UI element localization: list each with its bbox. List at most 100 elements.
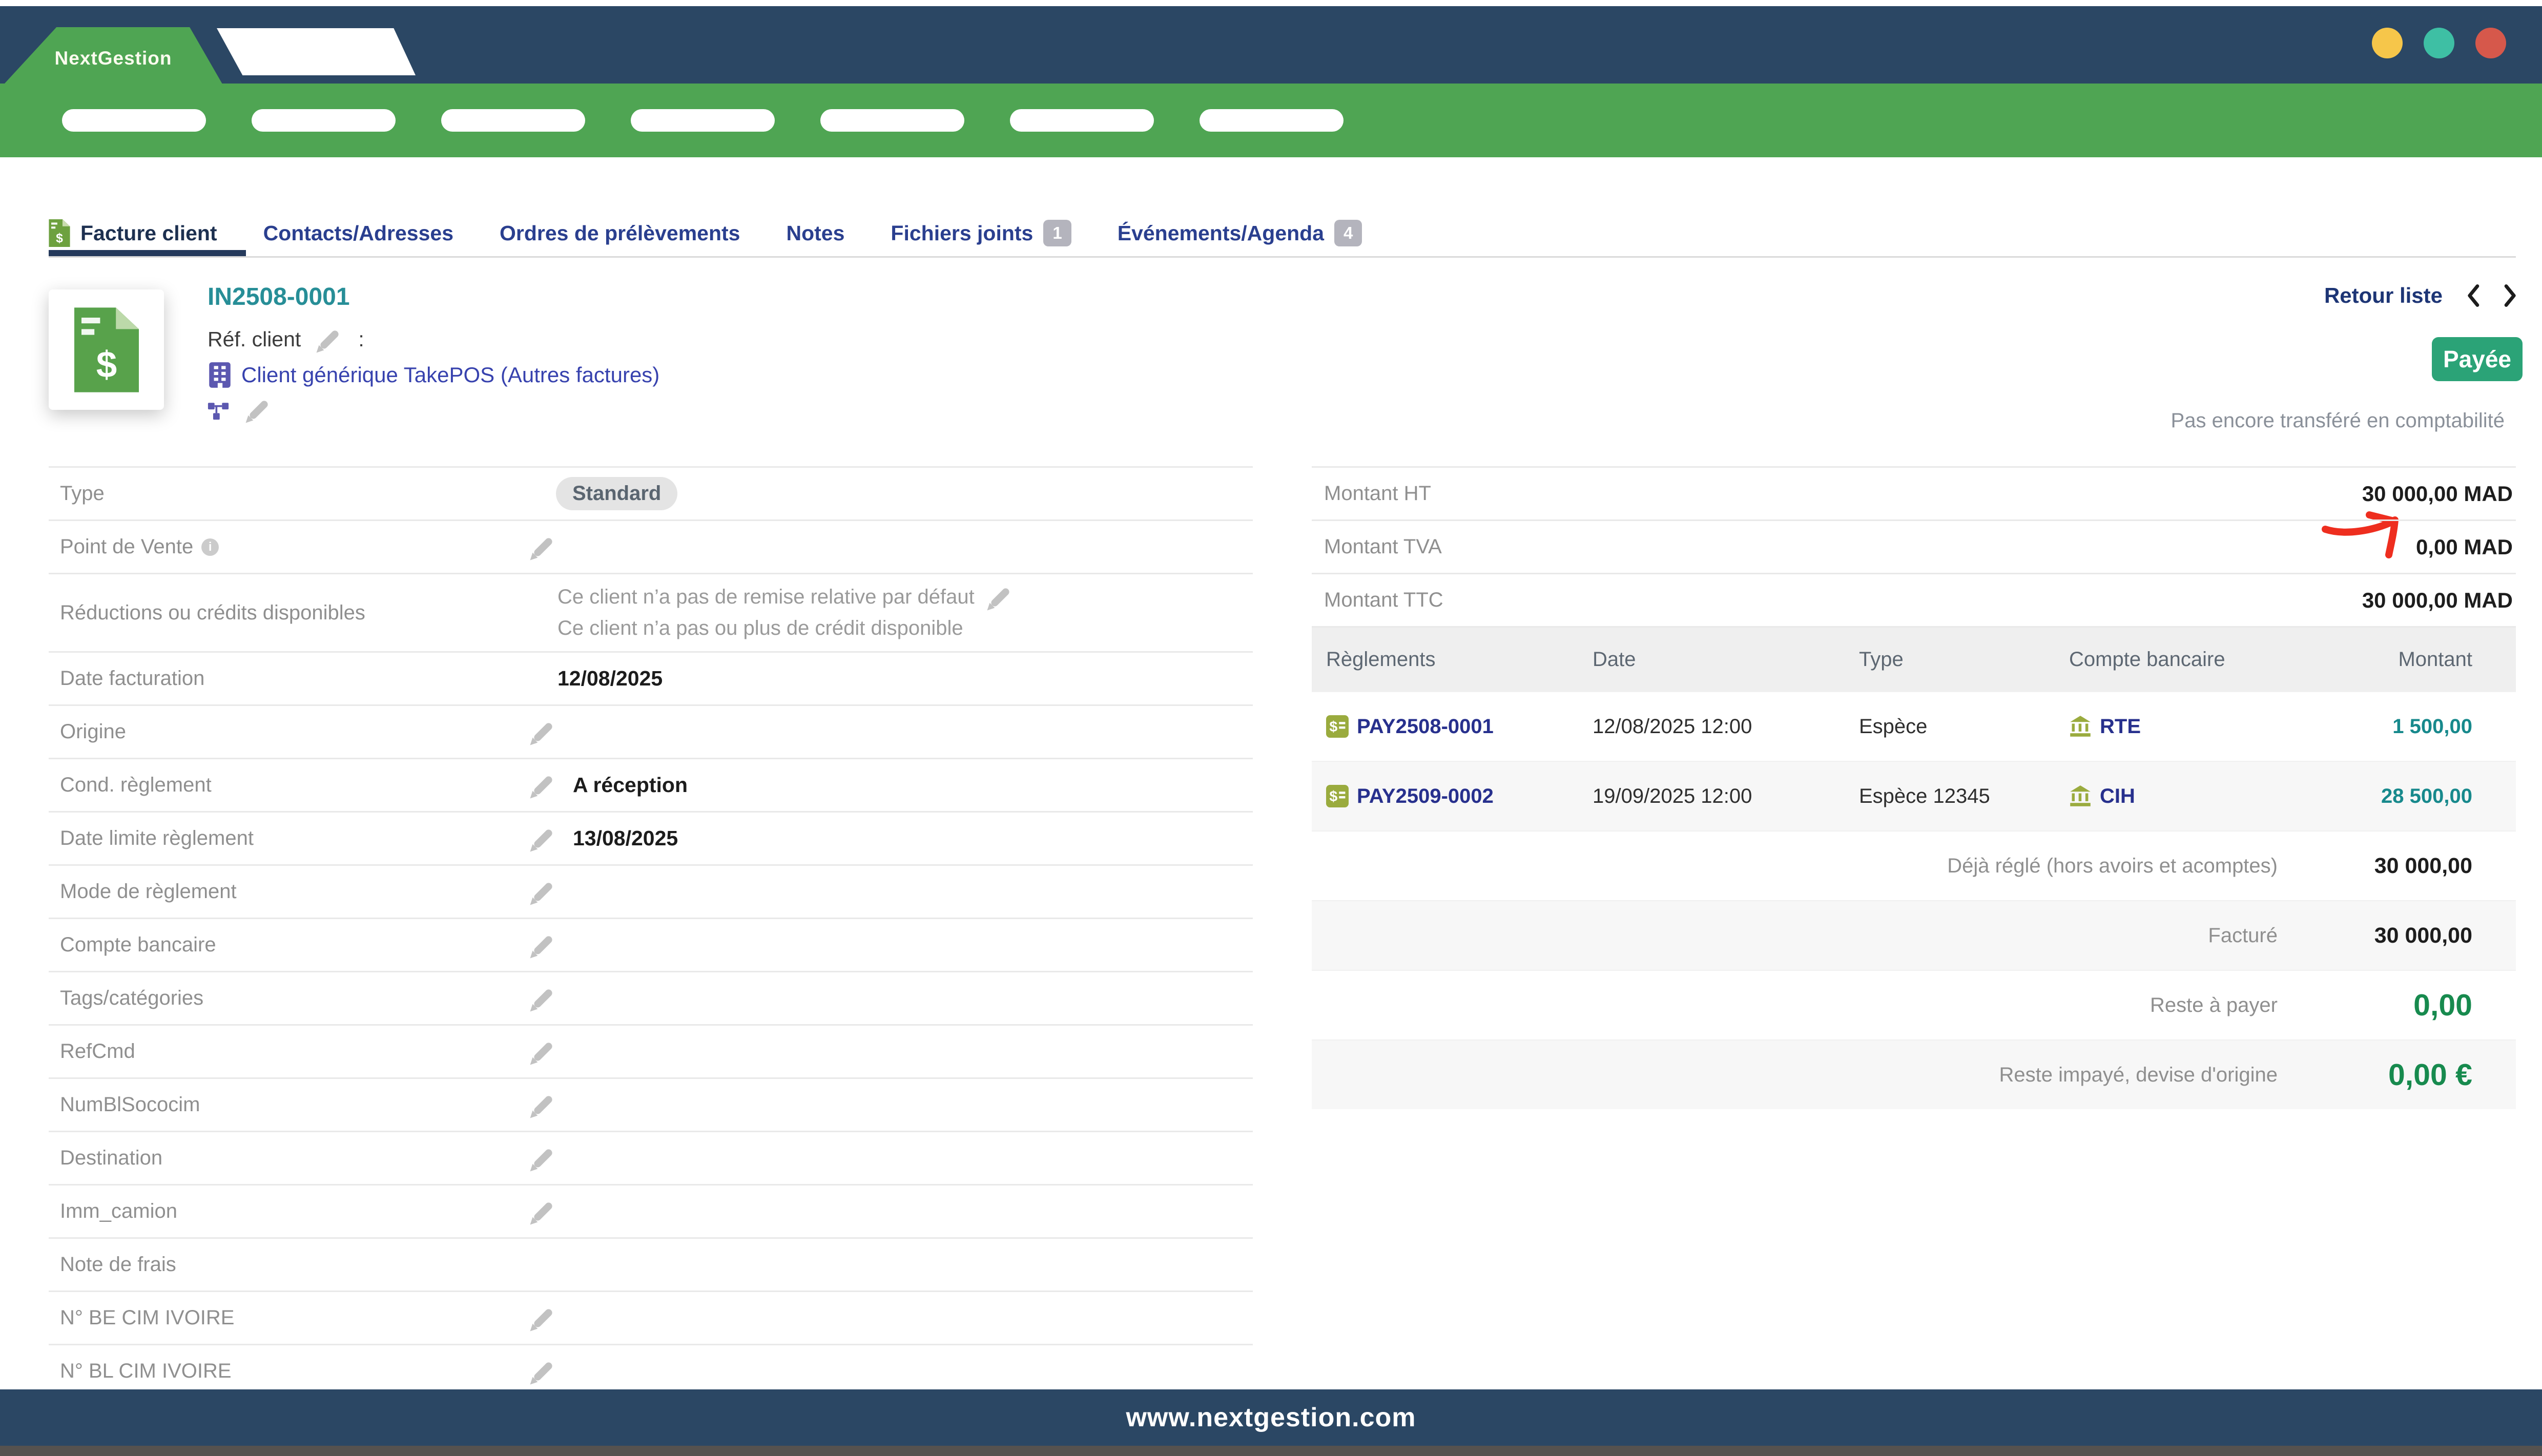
redacted-header-label: [217, 28, 416, 75]
field-value-text: A réception: [573, 773, 688, 797]
tab-divider: [49, 256, 2516, 258]
amount-rows: Montant HT30 000,00 MADMontant TVA0,00 M…: [1312, 466, 2516, 628]
field-label: Imm_camion: [49, 1200, 528, 1223]
edit-pencil-icon[interactable]: [532, 934, 553, 955]
svg-text:$: $: [56, 232, 63, 245]
edit-pencil-icon[interactable]: [532, 536, 553, 557]
payment-amount: 1 500,00: [2370, 715, 2516, 738]
field-row-cond-reglement: Cond. règlementA réception: [49, 759, 1253, 813]
payment-link[interactable]: PAY2509-0002: [1357, 785, 1494, 808]
menu-item-placeholder[interactable]: [252, 109, 396, 132]
payment-link[interactable]: PAY2508-0001: [1357, 715, 1494, 738]
field-label: Date limite règlement: [49, 827, 528, 850]
tab-count-badge: 1: [1043, 220, 1071, 246]
field-value: [528, 995, 1253, 1002]
field-row-refcmd: RefCmd: [49, 1026, 1253, 1079]
payment-row[interactable]: $ PAY2508-000112/08/2025 12:00Espèce RTE…: [1312, 691, 2516, 761]
edit-pencil-icon[interactable]: [248, 399, 269, 420]
total-row-reste-impaye-devise-d-origine: Reste impayé, devise d'origine0,00 €: [1312, 1039, 2516, 1109]
tab-notes[interactable]: Notes: [786, 221, 844, 245]
edit-pencil-icon[interactable]: [319, 329, 340, 350]
edit-pencil-icon[interactable]: [532, 881, 553, 902]
main-menu-bar: [0, 84, 2542, 157]
field-label: Type: [49, 482, 528, 505]
tab-ordres-de-prelevements[interactable]: Ordres de prélèvements: [500, 221, 740, 245]
field-value: A réception: [528, 773, 1253, 797]
header-status-dots: [2372, 28, 2506, 58]
tab-fichiers-joints[interactable]: Fichiers joints1: [891, 220, 1071, 246]
field-value: [528, 544, 1253, 551]
field-row-note-de-frais: Note de frais: [49, 1239, 1253, 1292]
menu-item-placeholder[interactable]: [441, 109, 585, 132]
payment-row[interactable]: $ PAY2509-000219/09/2025 12:00Espèce 123…: [1312, 761, 2516, 830]
menu-item-placeholder[interactable]: [631, 109, 775, 132]
edit-pencil-icon[interactable]: [532, 721, 553, 742]
amount-value: 0,00 MAD: [2416, 535, 2516, 559]
window-dot-3[interactable]: [2475, 28, 2506, 58]
edit-pencil-icon[interactable]: [532, 1307, 553, 1328]
amount-label: Montant TTC: [1312, 589, 1443, 612]
payment-type: Espèce 12345: [1845, 785, 2055, 808]
bank-link[interactable]: RTE: [2100, 715, 2141, 738]
invoice-icon: $: [49, 219, 70, 247]
field-label: Destination: [49, 1147, 528, 1170]
edit-pencil-icon[interactable]: [532, 1148, 553, 1169]
field-row-point-de-vente: Point de Ventei: [49, 521, 1253, 574]
field-label: Tags/catégories: [49, 987, 528, 1010]
window-dot-1[interactable]: [2372, 28, 2403, 58]
brand-logo[interactable]: NextGestion: [4, 27, 222, 84]
company-building-icon: [208, 361, 232, 389]
edit-pencil-icon[interactable]: [532, 828, 553, 849]
payments-col-header: Règlements: [1312, 648, 1578, 671]
chevron-left-icon[interactable]: [2466, 284, 2480, 307]
window-dot-2[interactable]: [2424, 28, 2454, 58]
menu-item-placeholder[interactable]: [62, 109, 206, 132]
payment-date: 19/09/2025 12:00: [1578, 785, 1845, 808]
project-sitemap-icon[interactable]: [208, 399, 229, 421]
field-value: [528, 1155, 1253, 1162]
amount-value: 30 000,00 MAD: [2362, 588, 2516, 613]
total-value: 0,00: [2278, 988, 2516, 1023]
edit-pencil-icon[interactable]: [532, 1041, 553, 1062]
back-to-list-link[interactable]: Retour liste: [2324, 283, 2443, 308]
tab-facture-client[interactable]: $ Facture client: [49, 219, 217, 247]
payment-ref-cell: $ PAY2508-0001: [1312, 715, 1578, 738]
chevron-right-icon[interactable]: [2504, 284, 2517, 307]
field-value: [528, 1101, 1253, 1109]
field-value: [528, 1315, 1253, 1322]
edit-pencil-icon[interactable]: [532, 1201, 553, 1222]
payment-date: 12/08/2025 12:00: [1578, 715, 1845, 738]
amount-value: 30 000,00 MAD: [2362, 482, 2516, 506]
amount-row-montant-ttc: Montant TTC 30 000,00 MAD: [1312, 574, 2516, 628]
field-row-reductions-ou-credits-disponibles: Réductions ou crédits disponiblesCe clie…: [49, 574, 1253, 653]
payments-col-header: Montant: [2370, 648, 2516, 671]
amount-row-montant-tva: Montant TVA0,00 MAD: [1312, 521, 2516, 574]
edit-pencil-icon[interactable]: [532, 775, 553, 796]
tab-contacts-adresses[interactable]: Contacts/Adresses: [263, 221, 453, 245]
bank-link[interactable]: CIH: [2100, 785, 2135, 808]
menu-item-placeholder[interactable]: [820, 109, 964, 132]
field-row-type: TypeStandard: [49, 468, 1253, 521]
edit-pencil-icon[interactable]: [532, 1361, 553, 1382]
invoice-thumbnail-card[interactable]: $: [49, 289, 164, 410]
edit-pencil-icon[interactable]: [532, 1094, 553, 1115]
menu-item-placeholder[interactable]: [1200, 109, 1344, 132]
client-link[interactable]: Client générique TakePOS (Autres facture…: [241, 363, 659, 387]
field-value: [528, 729, 1253, 736]
field-value: 12/08/2025: [528, 667, 1253, 691]
field-label: Point de Ventei: [49, 535, 528, 558]
edit-pencil-icon[interactable]: [532, 988, 553, 1009]
payments-body: $ PAY2508-000112/08/2025 12:00Espèce RTE…: [1312, 691, 2516, 830]
field-label: Date facturation: [49, 667, 528, 690]
field-row-compte-bancaire: Compte bancaire: [49, 919, 1253, 972]
info-icon[interactable]: i: [201, 538, 219, 556]
tab-label: Événements/Agenda: [1118, 221, 1324, 245]
menu-item-placeholder[interactable]: [1010, 109, 1154, 132]
ref-client-separator: :: [358, 327, 364, 351]
edit-pencil-icon[interactable]: [989, 587, 1010, 608]
ref-client-label: Réf. client: [208, 327, 301, 351]
list-navigation: Retour liste: [2324, 283, 2517, 308]
payment-ref-cell: $ PAY2509-0002: [1312, 785, 1578, 808]
payment-money-icon: $: [1326, 785, 1349, 807]
tab-evenements-agenda[interactable]: Événements/Agenda4: [1118, 220, 1362, 246]
